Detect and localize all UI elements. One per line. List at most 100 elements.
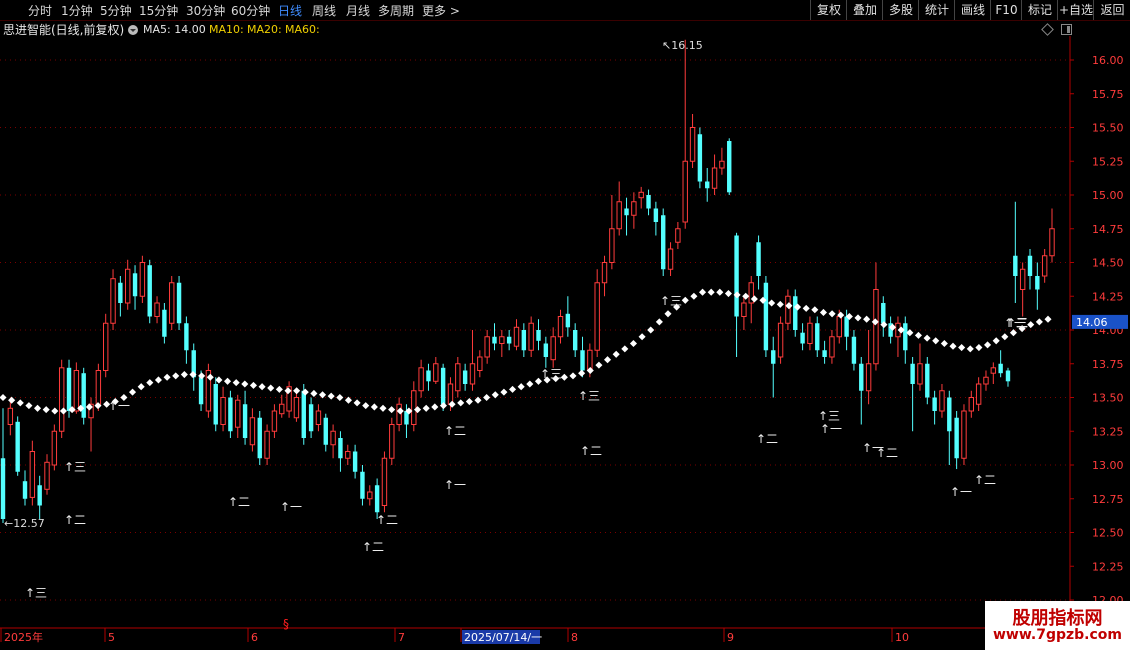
ma-dot	[517, 383, 525, 391]
candle-body	[932, 397, 937, 411]
candle-body	[682, 160, 688, 223]
candle-body	[235, 399, 241, 428]
candle-body	[110, 278, 116, 324]
candle-body	[528, 322, 534, 351]
candle-body	[536, 330, 541, 341]
candle-body	[793, 296, 798, 330]
ma-dot	[465, 398, 473, 406]
ma-dot	[949, 342, 957, 350]
ma-dot	[500, 388, 508, 396]
ma-dot	[854, 314, 862, 322]
ma-dot	[932, 337, 940, 345]
ma-dot	[595, 361, 603, 369]
candle-body	[865, 363, 872, 392]
signal-annotation: ↑三	[660, 294, 682, 308]
candle-body	[859, 363, 864, 391]
ma-dot	[863, 315, 871, 323]
signal-annotation: ↑二	[64, 513, 86, 527]
candle-body	[102, 322, 109, 371]
ma-dot	[51, 407, 59, 415]
y-tick-label: 15.25	[1092, 155, 1124, 168]
candle-body	[624, 208, 629, 216]
candle-body	[360, 471, 365, 499]
candle-body	[44, 461, 50, 490]
ma-dot	[491, 391, 499, 399]
candle-body	[689, 127, 696, 162]
candle-body	[565, 313, 571, 328]
candle-body	[881, 303, 886, 324]
candle-body	[521, 330, 527, 351]
candle-body	[440, 367, 446, 405]
signal-annotation: ↑三	[540, 367, 562, 381]
ma-dot	[483, 393, 491, 402]
watermark-url: www.7gpzb.com	[992, 627, 1122, 643]
ma-dot	[776, 300, 784, 308]
candle-body	[147, 265, 152, 317]
ma-dot	[509, 385, 517, 393]
signal-annotation: ↑一	[950, 485, 972, 499]
event-marker-icon[interactable]: §	[283, 617, 289, 631]
candle-body	[777, 322, 784, 358]
candle-body	[968, 397, 975, 412]
candle-body	[426, 370, 431, 382]
candle-body	[1013, 255, 1018, 276]
candle-body	[139, 262, 146, 297]
ma-dot	[647, 326, 655, 334]
candle-body	[925, 363, 930, 398]
ma-dot	[707, 288, 715, 296]
candle-body	[572, 330, 578, 351]
ma-dot	[232, 379, 240, 387]
candle-body	[257, 417, 262, 459]
ma-dot	[16, 399, 24, 407]
candle-body	[550, 336, 556, 361]
y-tick-label: 14.75	[1092, 223, 1124, 236]
signal-annotation: ↑三	[578, 389, 600, 403]
current-price-label: 14.06	[1076, 316, 1108, 329]
signal-annotation: ↑一	[108, 399, 130, 413]
signal-annotation: ↑一	[820, 422, 842, 436]
candle-body	[345, 451, 351, 459]
candlestick-chart[interactable]: 16.00 15.75 15.50 15.25 15.00 14.75 14.50 14.25…	[0, 0, 1130, 650]
candle-body	[727, 141, 732, 193]
candle-body	[418, 367, 424, 392]
signal-annotation: ↑二	[580, 444, 602, 458]
candle-body	[609, 228, 615, 263]
candle-body	[1035, 276, 1040, 290]
y-tick-label: 12.25	[1092, 560, 1124, 573]
candle-body	[396, 403, 402, 425]
candle-body	[638, 191, 644, 199]
candle-body	[213, 384, 218, 425]
y-tick-label: 13.25	[1092, 425, 1124, 438]
signal-annotation: ↑二	[756, 432, 778, 446]
x-tick-label: 6	[251, 631, 258, 644]
signal-annotation: ↑三	[25, 586, 47, 600]
candle-body	[1049, 228, 1055, 257]
ma-dot	[828, 310, 836, 318]
candle-body	[836, 316, 842, 338]
ma-dot	[25, 402, 33, 410]
y-tick-label: 12.50	[1092, 527, 1124, 540]
candle-body	[543, 343, 549, 357]
x-tick-label: 9	[727, 631, 734, 644]
y-tick-label: 14.25	[1092, 290, 1124, 303]
ma-dot	[629, 339, 637, 348]
signal-annotation: ↑二	[362, 540, 384, 554]
ma-dot	[137, 383, 145, 391]
x-tick-label: 10	[895, 631, 909, 644]
ma-dot	[742, 292, 750, 300]
ma-dot	[224, 377, 232, 385]
candle-body	[646, 195, 651, 209]
candle-body	[719, 160, 725, 169]
candle-body	[697, 134, 703, 182]
signal-annotation: ↑二	[228, 495, 250, 509]
ma-dot	[8, 396, 16, 404]
ma-dot	[180, 371, 188, 379]
candle-body	[228, 397, 233, 432]
candle-body	[910, 363, 915, 384]
candle-body	[844, 316, 849, 337]
candle-body	[271, 410, 278, 432]
candle-body	[184, 323, 189, 351]
candle-body	[506, 336, 512, 344]
y-tick-label: 15.50	[1092, 122, 1124, 135]
y-tick-label: 13.75	[1092, 358, 1124, 371]
